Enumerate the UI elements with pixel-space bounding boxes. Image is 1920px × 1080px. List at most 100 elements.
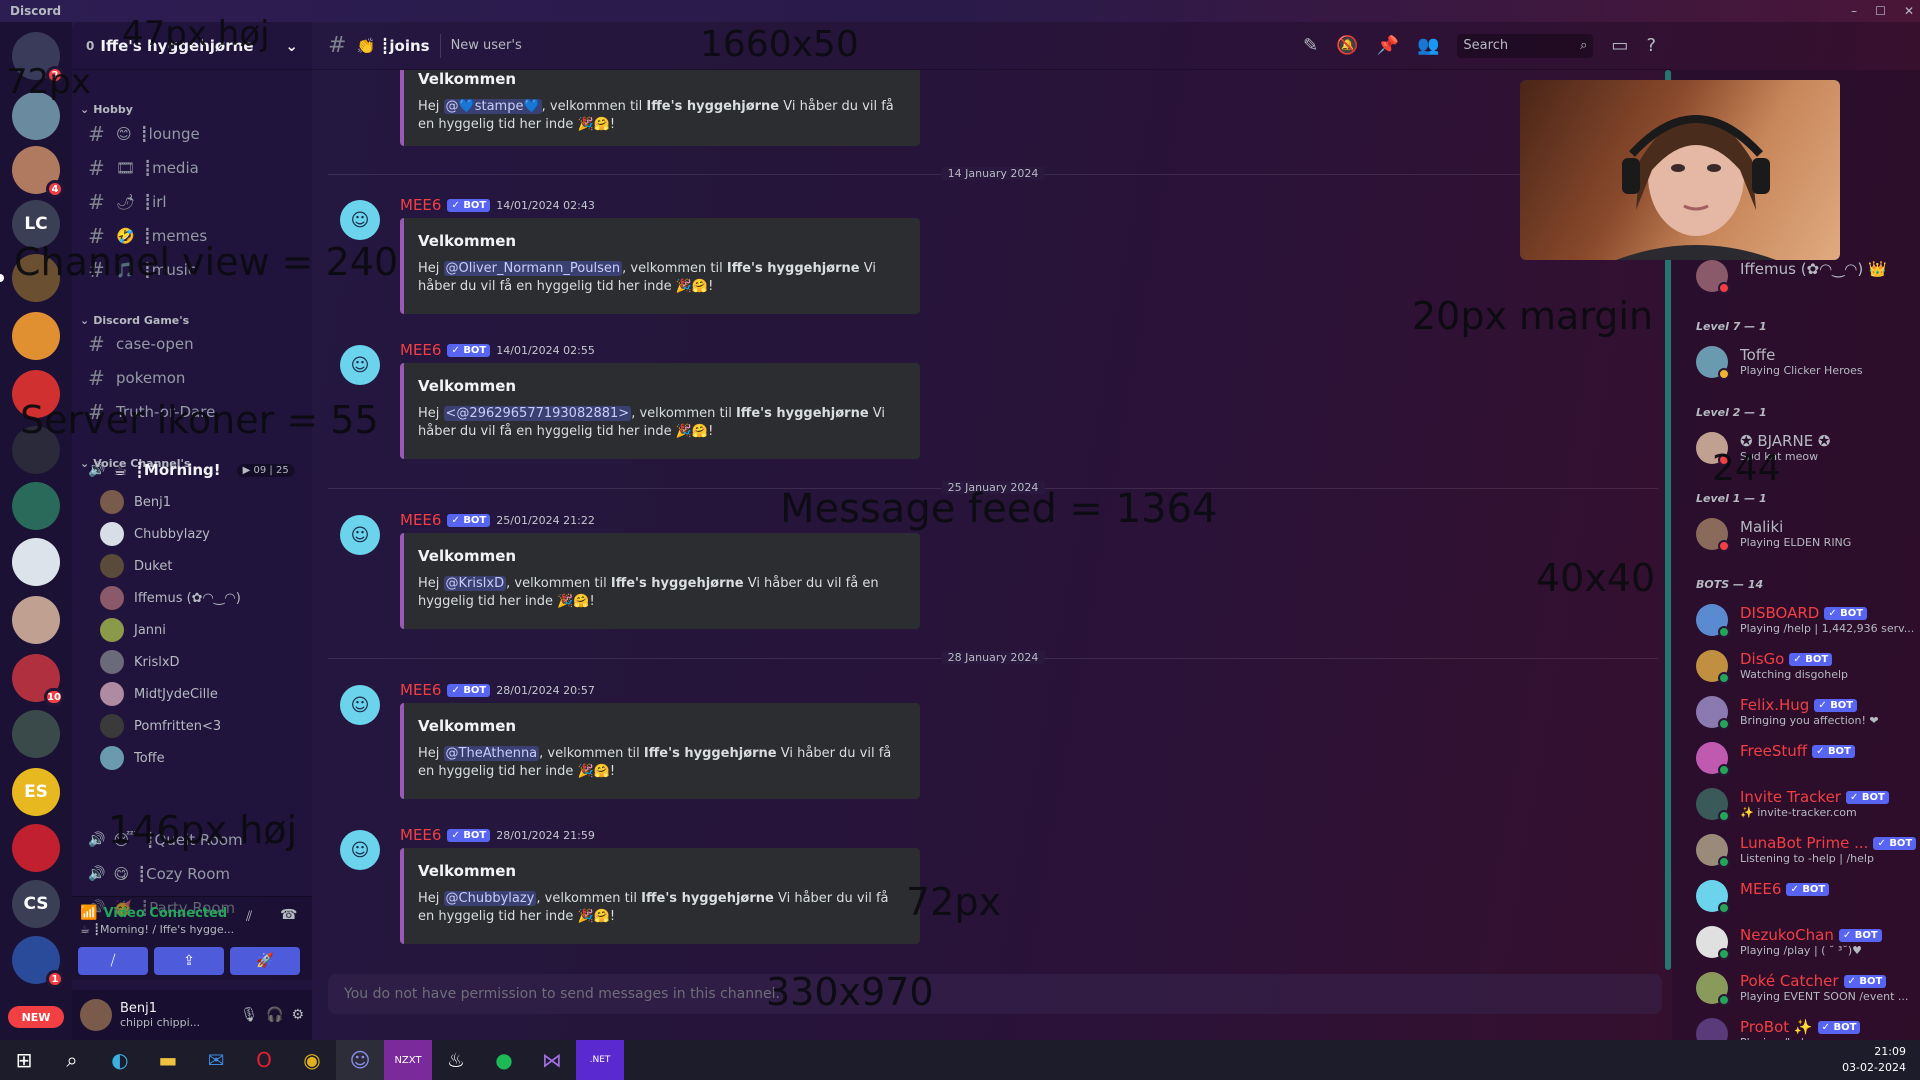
voice-channel[interactable]: 🔊 😋 ┋Cozy Room <box>80 858 304 890</box>
author-name[interactable]: MEE6 <box>400 196 441 214</box>
headphones-icon[interactable]: 🎧 <box>266 1007 283 1023</box>
user-mention[interactable]: @Chubbylazy <box>443 891 537 906</box>
member-item[interactable]: Maliki Playing ELDEN RING <box>1696 514 1916 556</box>
user-mention[interactable]: <@296296577193082881> <box>443 406 632 421</box>
member-item[interactable]: DisGo ✓ BOT Watching disgohelp <box>1696 646 1916 688</box>
microphone-icon[interactable]: 🎙 <box>240 1007 258 1023</box>
channel-category[interactable]: ⌄ Discord Game's <box>80 314 189 327</box>
voice-user[interactable]: MidtJydeCille <box>100 680 300 708</box>
minimize-button[interactable]: – <box>1851 0 1857 22</box>
voice-user[interactable]: Toffe <box>100 744 300 772</box>
file-explorer-icon[interactable]: ▬ <box>144 1040 192 1080</box>
voice-location[interactable]: ☕ ┋Morning! / Iffe's hygge... <box>80 923 234 936</box>
member-item[interactable]: LunaBot Prime ... ✓ BOT Listening to -help… <box>1696 830 1917 872</box>
server-icon[interactable]: ES <box>12 768 60 816</box>
members-icon[interactable]: 👥 <box>1417 35 1439 56</box>
nzxt-icon[interactable]: NZXT <box>384 1040 432 1080</box>
user-mention[interactable]: @Oliver_Normann_Poulsen <box>443 261 623 276</box>
member-name: MEE6 <box>1740 880 1782 898</box>
member-item[interactable]: NezukoChan ✓ BOT Playing /play | ( ˘ ³˘)♥ <box>1696 922 1916 964</box>
server-icon[interactable] <box>12 312 60 360</box>
user-mention[interactable]: @TheAthenna <box>443 746 540 761</box>
server-icon[interactable] <box>12 824 60 872</box>
server-icon[interactable] <box>12 538 60 586</box>
member-item[interactable]: Toffe Playing Clicker Heroes <box>1696 342 1916 384</box>
bot-badge: ✓ BOT <box>1812 744 1855 758</box>
bot-badge: ✓ BOT <box>1838 928 1882 942</box>
edge-icon[interactable]: ◐ <box>96 1040 144 1080</box>
text-channel[interactable]: # 🌶 ┋irl <box>80 186 304 218</box>
voice-status[interactable]: Video Connected <box>103 906 227 921</box>
spotify-icon[interactable]: ● <box>480 1040 528 1080</box>
member-item[interactable]: Felix.Hug ✓ BOT Bringing you affection! ❤ <box>1696 692 1916 734</box>
voice-user[interactable]: Janni <box>100 616 300 644</box>
help-icon[interactable]: ? <box>1646 35 1656 56</box>
video-preview[interactable] <box>1520 80 1840 260</box>
avatar[interactable]: ☺ <box>340 345 380 385</box>
voice-channel-active[interactable]: 🔊 ☕ ┋Morning! ▶ 09 | 25 <box>80 454 304 486</box>
screen-share-button[interactable]: ⇪ <box>154 947 224 975</box>
noise-suppression-icon[interactable]: ⫽ <box>246 909 252 925</box>
new-badge[interactable]: NEW <box>8 1006 64 1028</box>
gear-icon[interactable]: ⚙ <box>291 1007 304 1023</box>
message-embed: Velkommen Hej <@296296577193082881>, velk… <box>400 363 920 459</box>
member-item[interactable]: DISBOARD ✓ BOT Playing /help | 1,442,936 s… <box>1696 600 1916 642</box>
chrome-icon[interactable]: ◉ <box>288 1040 336 1080</box>
server-icon[interactable]: CS <box>12 880 60 928</box>
search-icon[interactable]: ⌕ <box>48 1040 96 1080</box>
voice-user[interactable]: Chubbylazy <box>100 520 300 548</box>
voice-user[interactable]: Duket <box>100 552 300 580</box>
text-channel[interactable]: # 🎞 ┋media <box>80 152 304 184</box>
mail-icon[interactable]: ✉ <box>192 1040 240 1080</box>
text-channel[interactable]: # case-open <box>80 328 304 360</box>
camera-off-button[interactable]: ⧸ <box>78 947 148 975</box>
windows-start-icon[interactable]: ⊞ <box>0 1040 48 1080</box>
notification-muted-icon[interactable]: 🔕 <box>1336 35 1358 56</box>
server-icon[interactable] <box>12 482 60 530</box>
server-icon[interactable] <box>12 710 60 758</box>
disconnect-icon[interactable]: ☎ <box>280 907 297 923</box>
member-item[interactable]: MEE6 ✓ BOT <box>1696 876 1916 918</box>
voice-user[interactable]: Benj1 <box>100 488 300 516</box>
user-mention[interactable]: @💙stampe💙 <box>443 99 542 114</box>
pin-icon[interactable]: 📌 <box>1377 35 1399 56</box>
member-item[interactable]: FreeStuff ✓ BOT <box>1696 738 1916 780</box>
user-mention[interactable]: @KrislxD <box>443 576 507 591</box>
timestamp: 14/01/2024 02:43 <box>496 198 595 212</box>
author-name[interactable]: MEE6 <box>400 681 441 699</box>
server-icon[interactable] <box>12 596 60 644</box>
search-box[interactable]: Search ⌕ <box>1457 33 1594 58</box>
member-item[interactable]: Invite Tracker ✓ BOT ✨ invite-tracker.com <box>1696 784 1916 826</box>
avatar[interactable]: ☺ <box>340 200 380 240</box>
channel-category[interactable]: ⌄ Hobby <box>80 103 133 116</box>
server-icon[interactable]: 1 <box>12 936 64 988</box>
clock[interactable]: 21:09 03-02-2024 <box>1842 1044 1906 1076</box>
member-item[interactable]: Poké Catcher ✓ BOT Playing EVENT SOON /eve… <box>1696 968 1916 1010</box>
avatar[interactable]: ☺ <box>340 830 380 870</box>
avatar[interactable]: ☺ <box>340 515 380 555</box>
text-channel[interactable]: # 😊 ┋lounge <box>80 118 304 150</box>
avatar[interactable]: ☺ <box>340 685 380 725</box>
dotnet-icon[interactable]: .NET <box>576 1040 624 1080</box>
server-icon[interactable]: 4 <box>12 146 64 198</box>
visual-studio-icon[interactable]: ⋈ <box>528 1040 576 1080</box>
maximize-button[interactable]: ☐ <box>1875 0 1886 22</box>
avatar[interactable] <box>80 999 112 1031</box>
threads-icon[interactable]: ✎ <box>1303 35 1318 56</box>
voice-user[interactable]: KrislxD <box>100 648 300 676</box>
author-name[interactable]: MEE6 <box>400 341 441 359</box>
voice-user[interactable]: Iffemus (✿◠‿◠) <box>100 584 300 612</box>
activity-button[interactable]: 🚀 <box>230 947 300 975</box>
close-button[interactable]: ✕ <box>1904 0 1914 22</box>
channel-topic[interactable]: New user's <box>451 38 522 53</box>
voice-user[interactable]: Pomfritten<3 <box>100 712 300 740</box>
discord-icon[interactable]: ☺ <box>336 1040 384 1080</box>
text-channel[interactable]: # pokemon <box>80 362 304 394</box>
opera-icon[interactable]: O <box>240 1040 288 1080</box>
author-name[interactable]: MEE6 <box>400 511 441 529</box>
server-icon[interactable]: 10 <box>12 654 64 706</box>
author-name[interactable]: MEE6 <box>400 826 441 844</box>
inbox-icon[interactable]: ▭ <box>1611 35 1628 56</box>
member-item[interactable]: Iffemus (✿◠‿◠) 👑 <box>1696 256 1916 298</box>
steam-icon[interactable]: ♨ <box>432 1040 480 1080</box>
